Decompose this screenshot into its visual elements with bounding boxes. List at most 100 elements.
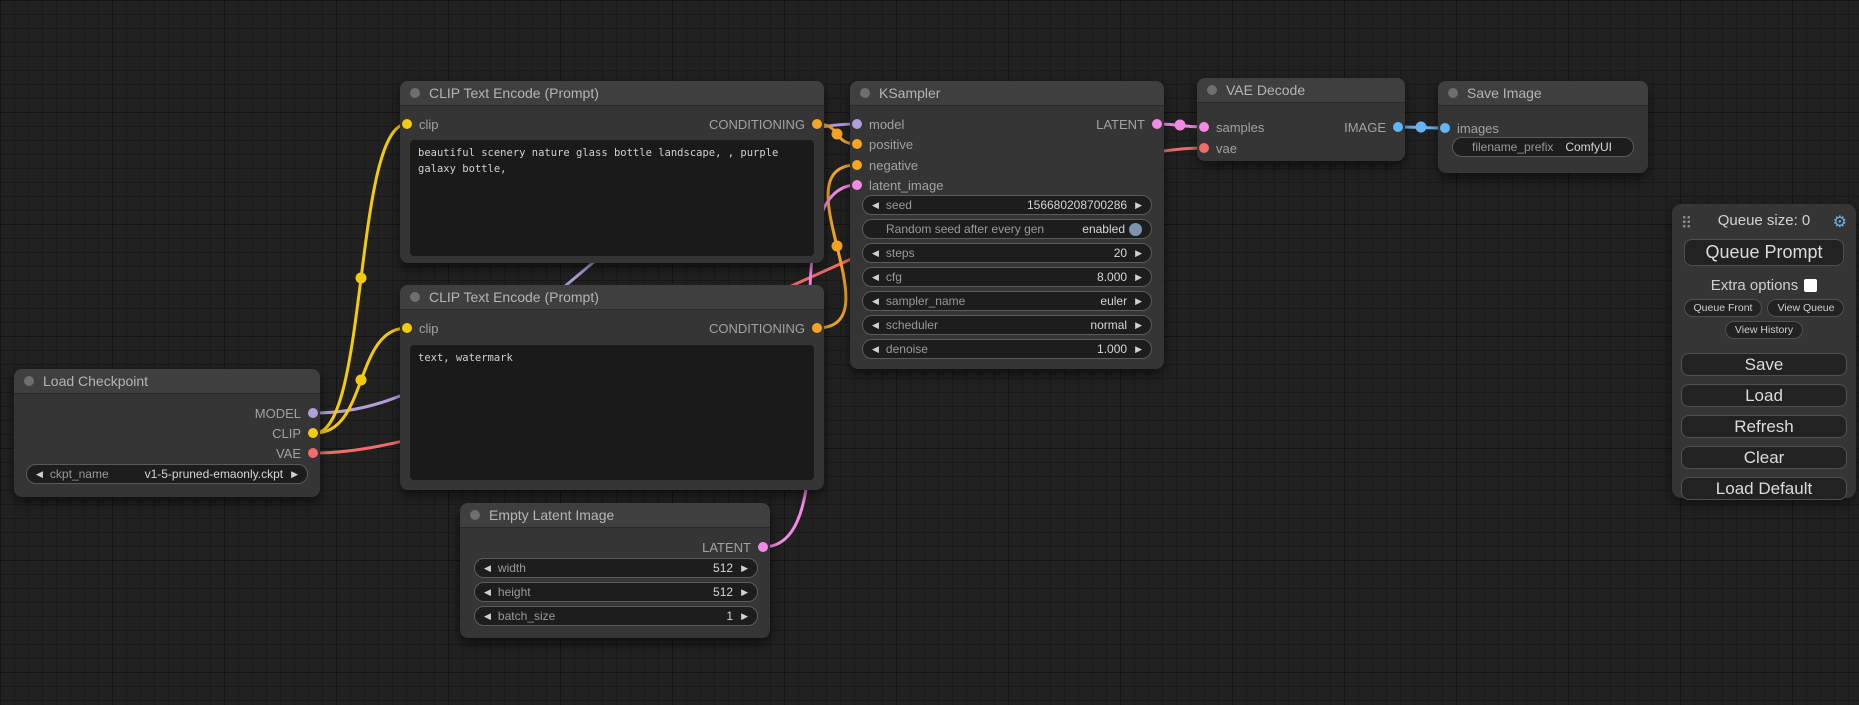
collapse-dot-icon[interactable] [470, 510, 480, 520]
node-graph-canvas[interactable]: Load Checkpoint MODEL CLIP VAE ◀ ckpt_na… [0, 0, 1859, 705]
output-slot-image[interactable]: IMAGE [1344, 119, 1403, 135]
collapse-dot-icon[interactable] [24, 376, 34, 386]
increment-arrow-icon[interactable]: ▶ [741, 564, 748, 573]
clip-output-dot[interactable] [308, 428, 318, 438]
increment-arrow-icon[interactable]: ▶ [1135, 297, 1142, 306]
decrement-arrow-icon[interactable]: ◀ [872, 321, 879, 330]
increment-arrow-icon[interactable]: ▶ [741, 612, 748, 621]
positive-prompt-textarea[interactable]: beautiful scenery nature glass bottle la… [410, 140, 814, 256]
widget-height[interactable]: ◀ height 512 ▶ [474, 582, 758, 602]
collapse-dot-icon[interactable] [410, 88, 420, 98]
clip-input-dot[interactable] [402, 323, 412, 333]
input-slot-model[interactable]: model [852, 116, 904, 132]
settings-gear-icon[interactable]: ⚙ [1833, 212, 1847, 232]
increment-arrow-icon[interactable]: ▶ [741, 588, 748, 597]
increment-arrow-icon[interactable]: ▶ [1135, 321, 1142, 330]
vae-input-dot[interactable] [1199, 143, 1209, 153]
images-input-dot[interactable] [1440, 123, 1450, 133]
queue-front-button[interactable]: Queue Front [1684, 299, 1763, 317]
save-button[interactable]: Save [1681, 353, 1847, 376]
clip-input-dot[interactable] [402, 119, 412, 129]
input-slot-images[interactable]: images [1440, 120, 1499, 136]
load-default-button[interactable]: Load Default [1681, 477, 1847, 500]
widget-sampler-name[interactable]: ◀ sampler_name euler ▶ [862, 291, 1152, 311]
collapse-dot-icon[interactable] [1448, 88, 1458, 98]
widget-denoise[interactable]: ◀ denoise 1.000 ▶ [862, 339, 1152, 359]
conditioning-output-dot[interactable] [812, 119, 822, 129]
widget-filename-prefix[interactable]: filename_prefix ComfyUI [1452, 137, 1634, 157]
model-output-dot[interactable] [308, 408, 318, 418]
positive-input-dot[interactable] [852, 139, 862, 149]
node-header[interactable]: VAE Decode [1197, 78, 1405, 103]
clear-button[interactable]: Clear [1681, 446, 1847, 469]
toggle-enabled-icon[interactable] [1129, 223, 1142, 236]
conditioning-output-dot[interactable] [812, 323, 822, 333]
output-slot-conditioning[interactable]: CONDITIONING [709, 320, 822, 336]
input-slot-vae[interactable]: vae [1199, 140, 1237, 156]
widget-ckpt-name[interactable]: ◀ ckpt_name v1-5-pruned-emaonly.ckpt ▶ [26, 464, 308, 484]
input-slot-latent-image[interactable]: latent_image [852, 177, 943, 193]
widget-width[interactable]: ◀ width 512 ▶ [474, 558, 758, 578]
input-slot-clip[interactable]: clip [402, 116, 439, 132]
input-slot-positive[interactable]: positive [852, 136, 913, 152]
input-slot-negative[interactable]: negative [852, 157, 918, 173]
collapse-dot-icon[interactable] [1207, 85, 1217, 95]
widget-seed[interactable]: ◀ seed 156680208700286 ▶ [862, 195, 1152, 215]
output-slot-vae[interactable]: VAE [276, 445, 318, 461]
decrement-arrow-icon[interactable]: ◀ [36, 470, 43, 479]
decrement-arrow-icon[interactable]: ◀ [484, 612, 491, 621]
widget-batch-size[interactable]: ◀ batch_size 1 ▶ [474, 606, 758, 626]
negative-prompt-textarea[interactable]: text, watermark [410, 345, 814, 480]
decrement-arrow-icon[interactable]: ◀ [872, 345, 879, 354]
widget-steps[interactable]: ◀ steps 20 ▶ [862, 243, 1152, 263]
widget-scheduler[interactable]: ◀ scheduler normal ▶ [862, 315, 1152, 335]
negative-input-dot[interactable] [852, 160, 862, 170]
view-queue-button[interactable]: View Queue [1767, 299, 1844, 317]
node-header[interactable]: KSampler [850, 81, 1164, 106]
collapse-dot-icon[interactable] [410, 292, 420, 302]
output-slot-conditioning[interactable]: CONDITIONING [709, 116, 822, 132]
samples-input-dot[interactable] [1199, 122, 1209, 132]
vae-output-dot[interactable] [308, 448, 318, 458]
latent-image-input-dot[interactable] [852, 180, 862, 190]
view-history-button[interactable]: View History [1725, 321, 1803, 339]
model-input-dot[interactable] [852, 119, 862, 129]
decrement-arrow-icon[interactable]: ◀ [872, 201, 879, 210]
output-slot-model[interactable]: MODEL [255, 405, 318, 421]
output-slot-latent[interactable]: LATENT [1096, 116, 1162, 132]
input-slot-clip[interactable]: clip [402, 320, 439, 336]
output-slot-latent[interactable]: LATENT [702, 539, 768, 555]
refresh-button[interactable]: Refresh [1681, 415, 1847, 438]
extra-options-checkbox[interactable] [1804, 279, 1817, 292]
increment-arrow-icon[interactable]: ▶ [1135, 345, 1142, 354]
queue-size-label: Queue size: 0 [1718, 212, 1811, 229]
increment-arrow-icon[interactable]: ▶ [1135, 273, 1142, 282]
decrement-arrow-icon[interactable]: ◀ [872, 297, 879, 306]
decrement-arrow-icon[interactable]: ◀ [484, 588, 491, 597]
queue-prompt-button[interactable]: Queue Prompt [1684, 239, 1844, 266]
collapse-dot-icon[interactable] [860, 88, 870, 98]
widget-cfg[interactable]: ◀ cfg 8.000 ▶ [862, 267, 1152, 287]
decrement-arrow-icon[interactable]: ◀ [872, 273, 879, 282]
node-empty-latent-image: Empty Latent Image LATENT ◀ width 512 ▶ … [460, 503, 770, 638]
queue-menu-panel: Queue size: 0 ⚙ Queue Prompt Extra optio… [1672, 204, 1856, 498]
drag-handle-icon[interactable] [1682, 215, 1691, 228]
input-slot-samples[interactable]: samples [1199, 119, 1264, 135]
node-header[interactable]: Empty Latent Image [460, 503, 770, 528]
output-slot-clip[interactable]: CLIP [272, 425, 318, 441]
node-header[interactable]: Load Checkpoint [14, 369, 320, 394]
node-header[interactable]: Save Image [1438, 81, 1648, 106]
image-output-dot[interactable] [1393, 122, 1403, 132]
node-header[interactable]: CLIP Text Encode (Prompt) [400, 81, 824, 106]
decrement-arrow-icon[interactable]: ◀ [484, 564, 491, 573]
latent-output-dot[interactable] [1152, 119, 1162, 129]
widget-value: euler [1100, 294, 1127, 308]
increment-arrow-icon[interactable]: ▶ [1135, 249, 1142, 258]
latent-output-dot[interactable] [758, 542, 768, 552]
node-header[interactable]: CLIP Text Encode (Prompt) [400, 285, 824, 310]
increment-arrow-icon[interactable]: ▶ [1135, 201, 1142, 210]
load-button[interactable]: Load [1681, 384, 1847, 407]
decrement-arrow-icon[interactable]: ◀ [872, 249, 879, 258]
widget-random-seed-toggle[interactable]: Random seed after every gen enabled [862, 219, 1152, 239]
increment-arrow-icon[interactable]: ▶ [291, 470, 298, 479]
